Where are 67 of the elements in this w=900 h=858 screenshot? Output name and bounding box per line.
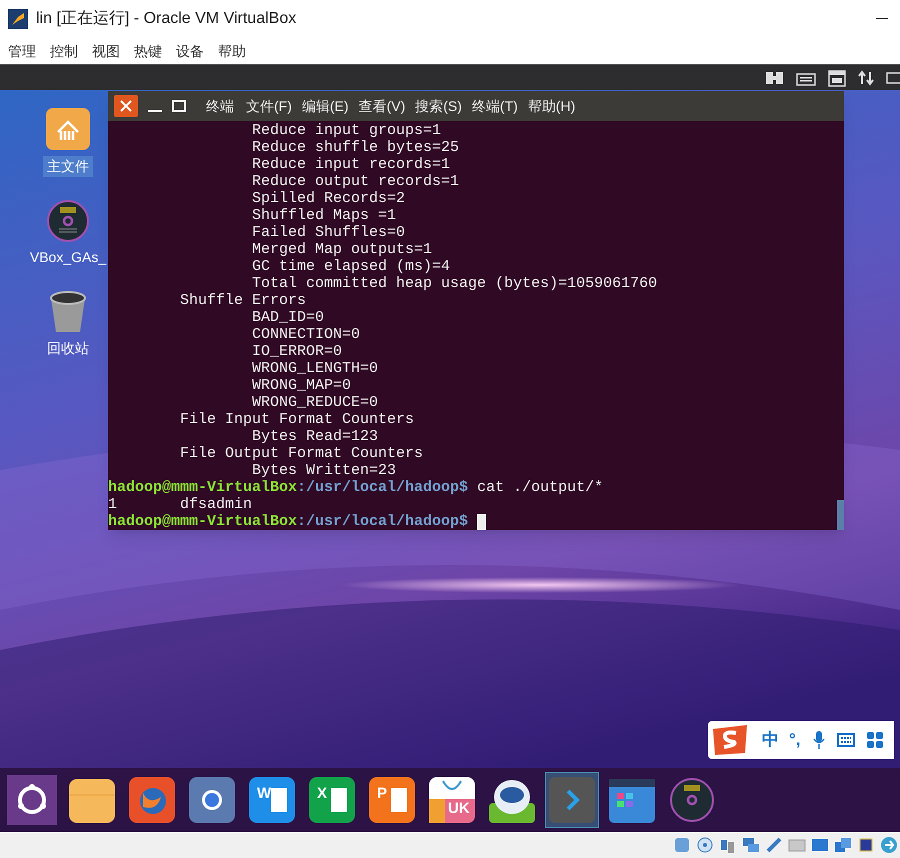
window-title: 终端 bbox=[206, 96, 234, 116]
terminal-line: WRONG_REDUCE=0 bbox=[251, 394, 378, 411]
icon-label: VBox_GAs_ bbox=[28, 248, 108, 267]
network-icon[interactable] bbox=[742, 836, 760, 854]
maximize-icon[interactable] bbox=[172, 100, 186, 112]
terminal-line: Merged Map outputs=1 bbox=[251, 241, 432, 258]
terminal-line: Bytes Written=23 bbox=[251, 462, 396, 479]
terminal-line: BAD_ID=0 bbox=[251, 309, 324, 326]
microphone-icon[interactable] bbox=[812, 730, 825, 750]
menu-item[interactable]: 查看(V) bbox=[358, 96, 406, 116]
terminal-line: Shuffled Maps =1 bbox=[251, 207, 396, 224]
menu-item[interactable]: 视图 bbox=[92, 40, 120, 62]
terminal-line: WRONG_MAP=0 bbox=[251, 377, 352, 394]
terminal-line: Shuffle Errors bbox=[179, 292, 306, 309]
disc-icon[interactable] bbox=[46, 199, 90, 243]
menu-item[interactable]: 终端(T) bbox=[472, 96, 518, 116]
terminal-line: Reduce output records=1 bbox=[251, 173, 460, 190]
terminal-line: WRONG_LENGTH=0 bbox=[251, 360, 378, 377]
terminal-line: Spilled Records=2 bbox=[251, 190, 406, 207]
prompt-user: hadoop@mmm-VirtualBox bbox=[108, 513, 298, 530]
launcher-item[interactable] bbox=[6, 773, 58, 827]
ime-logo-icon[interactable] bbox=[710, 723, 750, 757]
ime-toggle[interactable]: 中 bbox=[762, 727, 779, 753]
menu-item[interactable]: 设备 bbox=[176, 40, 204, 62]
keyboard-icon[interactable] bbox=[836, 733, 855, 747]
terminal-line: File Output Format Counters bbox=[179, 445, 424, 462]
calendar-icon[interactable] bbox=[828, 68, 846, 86]
icon-label: 主文件 bbox=[43, 156, 93, 177]
terminal-line: IO_ERROR=0 bbox=[251, 343, 342, 360]
transfer-icon[interactable] bbox=[858, 70, 874, 86]
prompt-path: :/usr/local/hadoop$ bbox=[297, 479, 468, 496]
terminal-line: Failed Shuffles=0 bbox=[251, 224, 406, 241]
prompt-path: :/usr/local/hadoop$ bbox=[297, 513, 468, 530]
window-title: lin [正在运行] - Oracle VM VirtualBox bbox=[36, 9, 296, 29]
terminal-command: cat ./output/* bbox=[477, 479, 604, 496]
menu-item[interactable]: 编辑(E) bbox=[302, 96, 349, 116]
terminal-line: CONNECTION=0 bbox=[251, 326, 360, 343]
menu-item[interactable]: 文件(F) bbox=[246, 96, 292, 116]
terminal-line: Reduce input records=1 bbox=[251, 156, 450, 173]
icon-label: 回收站 bbox=[46, 339, 90, 358]
menu-item[interactable]: 帮助 bbox=[218, 40, 246, 62]
trash-icon[interactable] bbox=[48, 290, 88, 334]
chip-icon[interactable] bbox=[857, 836, 875, 854]
home-folder-icon[interactable] bbox=[44, 106, 92, 152]
terminal-line: Total committed heap usage (bytes)=1059061760 bbox=[251, 275, 658, 292]
prompt-user: hadoop@mmm-VirtualBox bbox=[108, 479, 298, 496]
menu-item[interactable]: 帮助(H) bbox=[528, 96, 576, 116]
close-icon[interactable] bbox=[114, 95, 138, 117]
ime-toggle[interactable]: °, bbox=[789, 727, 801, 753]
grid-icon[interactable] bbox=[866, 732, 883, 748]
display-icon[interactable] bbox=[811, 836, 829, 854]
scrollbar-thumb[interactable] bbox=[837, 500, 844, 530]
minimize-icon[interactable] bbox=[876, 18, 888, 20]
drag-handle-icon[interactable] bbox=[766, 70, 784, 86]
terminal-line: File Input Format Counters bbox=[179, 411, 414, 428]
menu-item[interactable]: 热键 bbox=[134, 40, 162, 62]
disc-icon[interactable] bbox=[696, 836, 714, 854]
terminal-line: 1 dfsadmin bbox=[108, 496, 252, 513]
menu-item[interactable]: 管理 bbox=[8, 40, 36, 62]
terminal-line: Reduce shuffle bytes=25 bbox=[251, 139, 460, 156]
windows-icon[interactable] bbox=[834, 836, 852, 854]
menu-item[interactable]: 控制 bbox=[50, 40, 78, 62]
terminal-line: GC time elapsed (ms)=4 bbox=[251, 258, 450, 275]
terminal-line: Bytes Read=123 bbox=[251, 428, 378, 445]
terminal-line: Reduce input groups=1 bbox=[251, 122, 442, 139]
menu-item[interactable]: 搜索(S) bbox=[415, 96, 462, 116]
app-icon bbox=[8, 9, 28, 29]
